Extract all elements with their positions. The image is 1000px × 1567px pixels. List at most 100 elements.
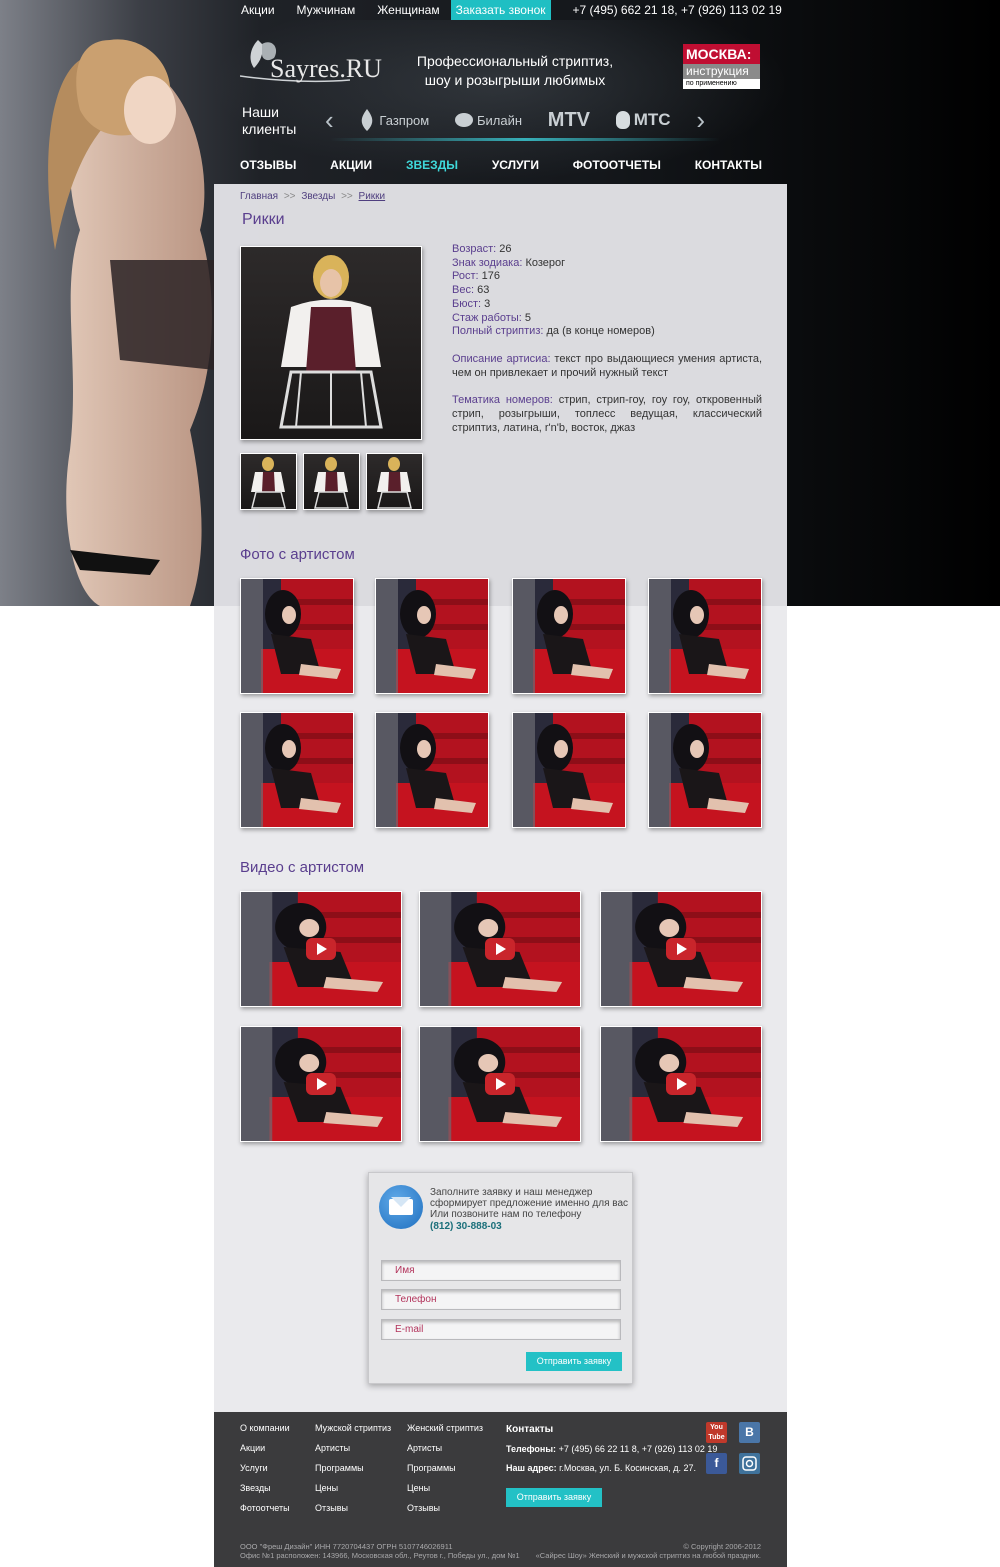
play-icon[interactable] xyxy=(666,938,696,960)
artist-thumbnail[interactable] xyxy=(240,453,297,510)
footer-copyright: © Copyright 2006-2012 xyxy=(683,1542,761,1551)
footer-link[interactable]: Программы xyxy=(315,1464,391,1473)
artist-photo[interactable] xyxy=(512,712,626,828)
form-phone[interactable]: (812) 30-888-03 xyxy=(430,1221,502,1232)
carousel-prev-icon[interactable]: ‹ xyxy=(325,105,334,136)
artist-video[interactable] xyxy=(240,891,402,1007)
top-bar: Акции Мужчинам Женщинам Заказать звонок … xyxy=(230,0,790,20)
footer-link[interactable]: Артисты xyxy=(315,1444,391,1453)
callback-button[interactable]: Заказать звонок xyxy=(450,0,551,20)
carousel-next-icon[interactable]: › xyxy=(696,105,705,136)
footer-company: ООО "Фреш Дизайн" ИНН 7720704437 ОГРН 51… xyxy=(240,1542,453,1551)
clients-label: Наши клиенты xyxy=(242,104,297,137)
client-logo-gazprom-text: Газпром xyxy=(379,112,430,128)
logo-text[interactable]: Sayres.RU xyxy=(270,54,382,84)
footer-link[interactable]: Мужской стриптиз xyxy=(315,1424,391,1433)
footer-link[interactable]: Артисты xyxy=(407,1444,483,1453)
artist-video[interactable] xyxy=(600,1026,762,1142)
footer-link[interactable]: Цены xyxy=(315,1484,391,1493)
nav-stars[interactable]: ЗВЕЗДЫ xyxy=(406,158,458,172)
moscow-badge[interactable]: МОСКВА: инструкция по применению xyxy=(683,44,760,89)
play-icon[interactable] xyxy=(485,1073,515,1095)
nav-contacts[interactable]: КОНТАКТЫ xyxy=(695,158,762,172)
footer-submit-button[interactable]: Отправить заявку xyxy=(506,1488,602,1507)
beeline-icon xyxy=(454,113,473,127)
nav-services[interactable]: УСЛУГИ xyxy=(492,158,539,172)
facebook-icon[interactable]: f xyxy=(706,1453,727,1474)
topbar-link-men[interactable]: Мужчинам xyxy=(286,0,367,20)
breadcrumb-current[interactable]: Рикки xyxy=(359,191,386,202)
mail-icon xyxy=(379,1185,423,1229)
play-icon[interactable] xyxy=(485,938,515,960)
artist-thumbnail[interactable] xyxy=(303,453,360,510)
footer-link[interactable]: Фотоотчеты xyxy=(240,1504,290,1513)
info-label: Знак зодиака: xyxy=(452,256,523,269)
artist-thumbnail[interactable] xyxy=(366,453,423,510)
name-input[interactable] xyxy=(381,1260,621,1281)
artist-photo[interactable] xyxy=(648,712,762,828)
play-icon[interactable] xyxy=(306,938,336,960)
play-icon[interactable] xyxy=(306,1073,336,1095)
footer-phones: Телефоны: +7 (495) 66 22 11 8, +7 (926) … xyxy=(506,1444,717,1454)
artist-photo[interactable] xyxy=(375,712,489,828)
instagram-icon[interactable] xyxy=(739,1453,760,1474)
info-label: Описание артисиа: xyxy=(452,352,551,365)
footer-phones-label: Телефоны: xyxy=(506,1444,557,1454)
artist-photo[interactable] xyxy=(648,578,762,694)
moscow-badge-subtitle: инструкция xyxy=(683,64,760,79)
topbar-link-promos[interactable]: Акции xyxy=(230,0,286,20)
artist-photo[interactable] xyxy=(240,712,354,828)
footer-link[interactable]: Программы xyxy=(407,1464,483,1473)
artist-video[interactable] xyxy=(600,891,762,1007)
footer-link[interactable]: Цены xyxy=(407,1484,483,1493)
moscow-badge-caption: по применению xyxy=(686,80,737,87)
info-row-height: Рост: 176 xyxy=(452,270,762,284)
footer-link[interactable]: Отзывы xyxy=(315,1504,391,1513)
footer-link[interactable]: Акции xyxy=(240,1444,290,1453)
submit-request-button[interactable]: Отправить заявку xyxy=(526,1352,622,1371)
footer-link[interactable]: Отзывы xyxy=(407,1504,483,1513)
artist-video[interactable] xyxy=(419,891,581,1007)
footer-col-female: Женский стриптиз Артисты Программы Цены … xyxy=(407,1424,483,1524)
email-input[interactable] xyxy=(381,1319,621,1340)
info-label: Вес: xyxy=(452,284,475,297)
artist-photo[interactable] xyxy=(512,578,626,694)
artist-photo[interactable] xyxy=(240,578,354,694)
breadcrumb-stars[interactable]: Звезды xyxy=(301,191,335,202)
photos-section-title: Фото с артистом xyxy=(240,546,355,563)
youtube-icon[interactable]: You Tube xyxy=(706,1422,727,1443)
footer-col-male: Мужской стриптиз Артисты Программы Цены … xyxy=(315,1424,391,1524)
breadcrumb: Главная >> Звезды >> Рикки xyxy=(240,191,385,202)
camera-glyph xyxy=(742,1456,757,1471)
footer-col-company: О компании Акции Услуги Звезды Фотоотчет… xyxy=(240,1424,290,1524)
footer-link[interactable]: Звезды xyxy=(240,1484,290,1493)
play-icon[interactable] xyxy=(666,1073,696,1095)
artist-video[interactable] xyxy=(240,1026,402,1142)
phone-input[interactable] xyxy=(381,1289,621,1310)
artist-main-photo[interactable] xyxy=(240,246,422,440)
request-form: Заполните заявку и наш менеджер сформиру… xyxy=(368,1172,633,1384)
artist-video[interactable] xyxy=(419,1026,581,1142)
nav-photo-reports[interactable]: ФОТООТЧЕТЫ xyxy=(573,158,661,172)
info-row-zodiac: Знак зодиака: Козерог xyxy=(452,257,762,271)
info-row-experience: Стаж работы: 5 xyxy=(452,312,762,326)
breadcrumb-home[interactable]: Главная xyxy=(240,191,278,202)
vk-icon[interactable]: B xyxy=(739,1422,760,1443)
footer-link[interactable]: О компании xyxy=(240,1424,290,1433)
client-logo-gazprom: Газпром xyxy=(359,109,429,131)
topbar-link-women[interactable]: Женщинам xyxy=(366,0,450,20)
model-photo xyxy=(48,39,215,606)
nav-promos[interactable]: АКЦИИ xyxy=(330,158,372,172)
breadcrumb-separator: >> xyxy=(283,191,296,202)
client-logo-beeline: Билайн xyxy=(454,113,522,128)
info-label: Полный стриптиз: xyxy=(452,325,544,338)
flame-icon xyxy=(362,109,373,131)
info-value: Козерог xyxy=(525,256,566,269)
footer-link[interactable]: Услуги xyxy=(240,1464,290,1473)
tile-picture xyxy=(241,579,353,693)
footer-link[interactable]: Женский стриптиз xyxy=(407,1424,483,1433)
artist-photo[interactable] xyxy=(375,578,489,694)
nav-reviews[interactable]: ОТЗЫВЫ xyxy=(240,158,296,172)
thumb-figure xyxy=(377,457,412,509)
footer-contacts: Контакты Телефоны: +7 (495) 66 22 11 8, … xyxy=(506,1424,717,1482)
